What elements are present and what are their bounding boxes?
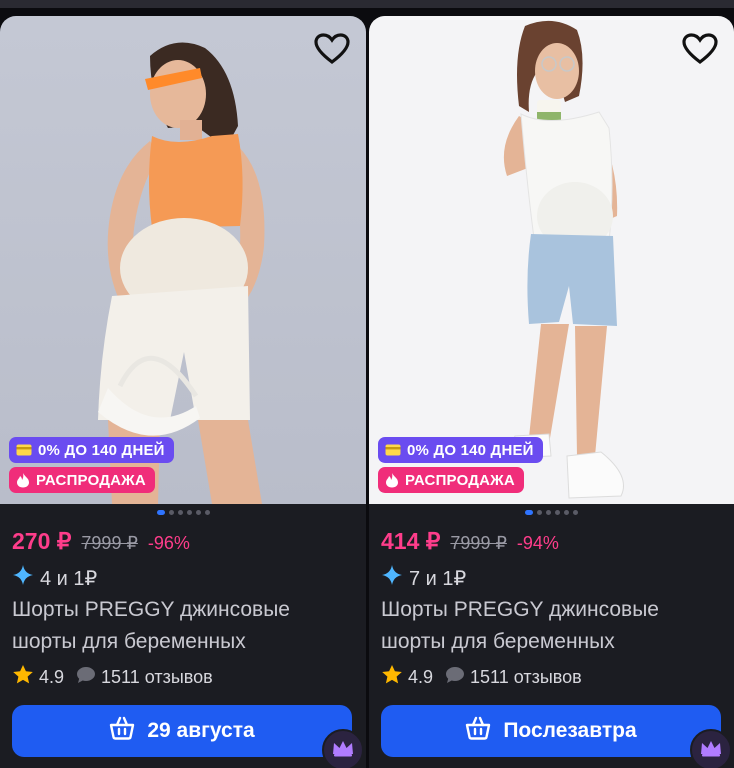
card-icon	[16, 444, 32, 456]
product-photo[interactable]: 0% ДО 140 ДНЕЙ РАСПРОДАЖА	[369, 16, 734, 504]
heart-icon	[314, 32, 350, 70]
product-card[interactable]: 0% ДО 140 ДНЕЙ РАСПРОДАЖА 270 ₽ 7999 ₽ -…	[0, 16, 366, 768]
crown-icon	[331, 739, 355, 762]
chat-bubble-icon	[445, 666, 465, 689]
old-price: 7999 ₽	[81, 533, 138, 553]
bonus-text: 7 и 1₽	[409, 567, 467, 590]
card-icon	[385, 444, 401, 456]
sparkle-icon	[381, 564, 403, 592]
sale-badge: РАСПРОДАЖА	[378, 467, 524, 493]
star-icon	[381, 664, 403, 690]
add-to-cart-button[interactable]: 29 августа	[12, 705, 352, 757]
product-photo[interactable]: 0% ДО 140 ДНЕЙ РАСПРОДАЖА	[0, 16, 366, 504]
add-to-cart-button[interactable]: Послезавтра	[381, 705, 721, 757]
crown-badge	[322, 729, 364, 768]
sale-badge: РАСПРОДАЖА	[9, 467, 155, 493]
favorite-button[interactable]	[312, 32, 352, 70]
top-divider	[0, 0, 734, 8]
current-price: 414 ₽	[381, 528, 441, 554]
star-icon	[12, 664, 34, 690]
photo-carousel-dots[interactable]	[0, 510, 366, 515]
fire-icon	[16, 472, 30, 488]
product-card[interactable]: 0% ДО 140 ДНЕЙ РАСПРОДАЖА 414 ₽ 7999 ₽ -…	[369, 16, 734, 768]
bonus-row: 7 и 1₽	[381, 564, 466, 592]
installment-badge: 0% ДО 140 ДНЕЙ	[378, 437, 543, 463]
rating-row: 4.9 1511 отзывов	[12, 664, 213, 690]
cta-label: 29 августа	[147, 719, 255, 742]
fire-icon	[385, 472, 399, 488]
model-photo-illustration	[98, 42, 265, 504]
discount-percent: -96%	[147, 533, 190, 553]
discount-percent: -94%	[516, 533, 559, 553]
old-price: 7999 ₽	[450, 533, 507, 553]
chat-bubble-icon	[76, 666, 96, 689]
price-row: 414 ₽ 7999 ₽ -94%	[381, 528, 559, 555]
rating-value: 4.9	[408, 666, 434, 687]
sparkle-icon	[12, 564, 34, 592]
photo-carousel-dots[interactable]	[369, 510, 734, 515]
product-title[interactable]: Шорты PREGGY джинсовые шорты для беремен…	[381, 594, 721, 658]
price-row: 270 ₽ 7999 ₽ -96%	[12, 528, 190, 555]
model-photo-illustration	[503, 20, 624, 499]
crown-badge	[690, 729, 732, 768]
basket-icon	[109, 716, 135, 746]
crown-icon	[699, 739, 723, 762]
rating-value: 4.9	[39, 666, 65, 687]
cta-label: Послезавтра	[503, 719, 637, 742]
reviews-count[interactable]: 1511 отзывов	[101, 667, 213, 688]
reviews-count[interactable]: 1511 отзывов	[470, 667, 582, 688]
favorite-button[interactable]	[680, 32, 720, 70]
current-price: 270 ₽	[12, 528, 72, 554]
heart-icon	[682, 32, 718, 70]
installment-badge: 0% ДО 140 ДНЕЙ	[9, 437, 174, 463]
rating-row: 4.9 1511 отзывов	[381, 664, 582, 690]
bonus-row: 4 и 1₽	[12, 564, 97, 592]
product-title[interactable]: Шорты PREGGY джинсовые шорты для беремен…	[12, 594, 352, 658]
basket-icon	[465, 716, 491, 746]
bonus-text: 4 и 1₽	[40, 567, 98, 590]
